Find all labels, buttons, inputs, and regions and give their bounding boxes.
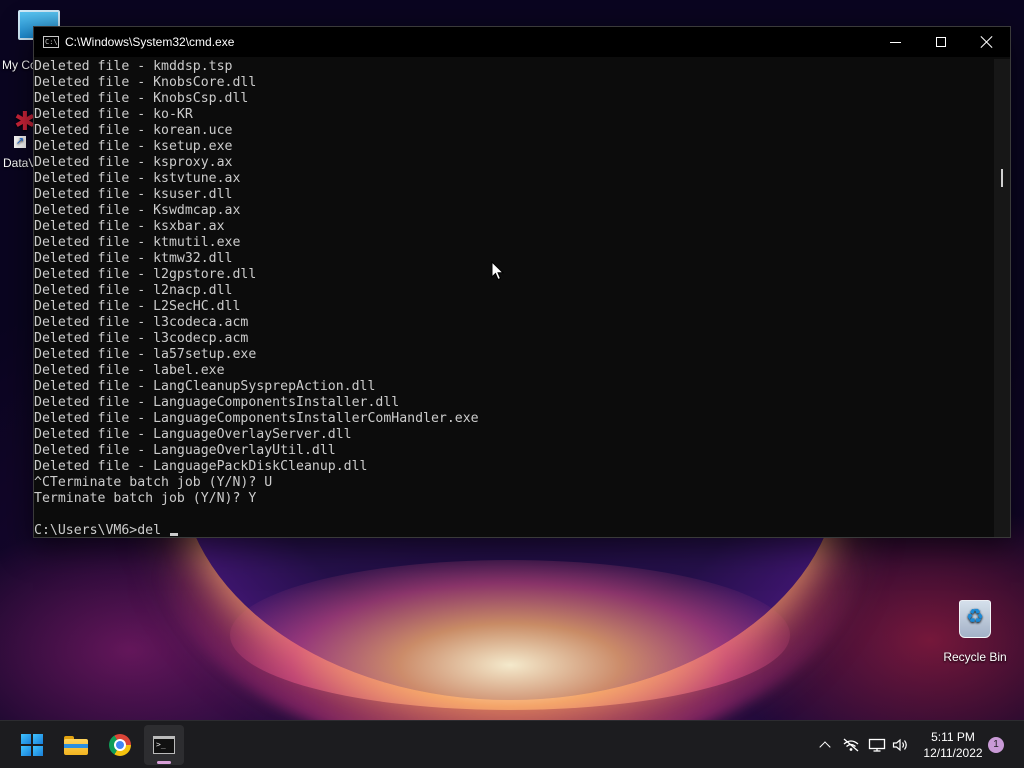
vertical-scrollbar[interactable] xyxy=(994,59,1010,537)
console-line: Deleted file - l2nacp.dll xyxy=(34,283,233,298)
console-line: Deleted file - LanguageOverlayServer.dll xyxy=(34,427,352,442)
desktop-icon-label: My Co xyxy=(2,58,37,72)
show-hidden-icons-button[interactable] xyxy=(814,721,836,768)
recycle-bin-icon: ♻ xyxy=(956,596,994,640)
notification-badge[interactable]: 1 xyxy=(988,737,1004,753)
scrollbar-thumb[interactable] xyxy=(1001,169,1003,187)
window-title: C:\Windows\System32\cmd.exe xyxy=(65,35,235,49)
maximize-icon xyxy=(936,37,946,47)
mouse-pointer-icon xyxy=(491,261,505,281)
console-line: Deleted file - KnobsCore.dll xyxy=(34,75,257,90)
folder-icon xyxy=(64,735,88,755)
network-status-button[interactable] xyxy=(840,721,862,768)
taskbar-chrome[interactable] xyxy=(100,725,140,765)
console-line: Deleted file - LanguageOverlayUtil.dll xyxy=(34,443,336,458)
display-tray-button[interactable] xyxy=(866,721,888,768)
start-button[interactable] xyxy=(12,725,52,765)
console-line: Deleted file - korean.uce xyxy=(34,123,233,138)
taskbar: >_ 5:11 PM 12/11/2022 1 xyxy=(0,720,1024,768)
console-line: Deleted file - LanguagePackDiskCleanup.d… xyxy=(34,459,368,474)
desktop-icon-label: DataV xyxy=(3,156,37,170)
console-line: Deleted file - ksuser.dll xyxy=(34,187,233,202)
taskbar-clock[interactable]: 5:11 PM 12/11/2022 xyxy=(918,729,988,761)
terminal-icon: >_ xyxy=(153,736,175,754)
cmd-titlebar[interactable]: C:\ C:\Windows\System32\cmd.exe xyxy=(34,27,1010,57)
console-line: Terminate batch job (Y/N)? Y xyxy=(34,491,257,506)
minimize-button[interactable] xyxy=(872,27,918,57)
console-input[interactable]: del xyxy=(137,523,169,537)
cmd-app-icon: C:\ xyxy=(43,36,59,48)
clock-time: 5:11 PM xyxy=(931,730,975,744)
console-line: Deleted file - ko-KR xyxy=(34,107,193,122)
chrome-icon xyxy=(109,734,131,756)
console-line: Deleted file - ksetup.exe xyxy=(34,139,233,154)
console-line: Deleted file - LangCleanupSysprepAction.… xyxy=(34,379,376,394)
console-lines: Deleted file - kmddsp.tsp Deleted file - … xyxy=(34,59,996,523)
clock-date: 12/11/2022 xyxy=(923,746,983,760)
console-line: Deleted file - l2gpstore.dll xyxy=(34,267,257,282)
console-line: Deleted file - KnobsCsp.dll xyxy=(34,91,249,106)
taskbar-file-explorer[interactable] xyxy=(56,725,96,765)
console-line: Deleted file - l3codeca.acm xyxy=(34,315,249,330)
monitor-icon xyxy=(868,738,886,752)
console-line: Deleted file - L2SecHC.dll xyxy=(34,299,241,314)
close-button[interactable] xyxy=(964,27,1010,57)
desktop-icon-label: Recycle Bin xyxy=(943,650,1007,664)
speaker-icon xyxy=(892,738,907,752)
console-line: ^CTerminate batch job (Y/N)? U xyxy=(34,475,273,490)
console-line: Deleted file - LanguageComponentsInstall… xyxy=(34,395,400,410)
desktop-icon-recycle-bin[interactable]: ♻ Recycle Bin xyxy=(942,596,1008,664)
console-prompt-line[interactable]: C:\Users\VM6>del xyxy=(34,523,996,537)
console-output[interactable]: Deleted file - kmddsp.tsp Deleted file - … xyxy=(34,59,996,537)
cmd-window[interactable]: C:\ C:\Windows\System32\cmd.exe Deleted … xyxy=(33,26,1011,538)
console-line: Deleted file - kmddsp.tsp xyxy=(34,59,233,74)
wallpaper-rim-light xyxy=(230,560,790,710)
no-network-icon xyxy=(843,738,859,752)
console-line: Deleted file - l3codecp.acm xyxy=(34,331,249,346)
console-line: Deleted file - LanguageComponentsInstall… xyxy=(34,411,479,426)
console-line: Deleted file - ktmw32.dll xyxy=(34,251,233,266)
console-line: Deleted file - ksxbar.ax xyxy=(34,219,225,234)
console-line: Deleted file - ksproxy.ax xyxy=(34,155,233,170)
minimize-icon xyxy=(889,41,901,43)
text-cursor xyxy=(169,533,178,536)
maximize-button[interactable] xyxy=(918,27,964,57)
console-prompt: C:\Users\VM6> xyxy=(34,523,138,537)
volume-button[interactable] xyxy=(890,721,912,768)
console-line: Deleted file - ktmutil.exe xyxy=(34,235,241,250)
taskbar-command-prompt[interactable]: >_ xyxy=(144,725,184,765)
chevron-up-icon xyxy=(819,741,831,753)
console-line: Deleted file - kstvtune.ax xyxy=(34,171,241,186)
windows-logo-icon xyxy=(21,734,43,756)
console-line: Deleted file - Kswdmcap.ax xyxy=(34,203,241,218)
active-app-indicator xyxy=(157,761,171,764)
console-line: Deleted file - la57setup.exe xyxy=(34,347,257,362)
console-line: Deleted file - label.exe xyxy=(34,363,225,378)
close-icon xyxy=(981,36,993,48)
